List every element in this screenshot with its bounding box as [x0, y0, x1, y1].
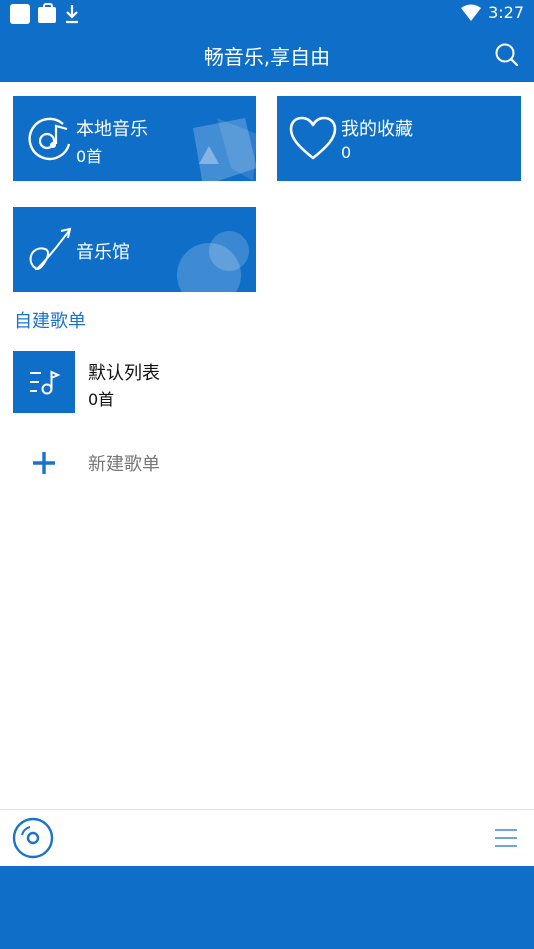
playlist-name: 默认列表	[88, 363, 160, 384]
new-playlist-button[interactable]: 新建歌单	[13, 440, 521, 486]
page-title: 畅音乐,享自由	[203, 45, 331, 69]
favorites-card[interactable]: 我的收藏 0	[277, 96, 521, 181]
arrow-curve-icon	[29, 227, 72, 271]
bottom-navigation-bar	[0, 866, 534, 949]
download-icon	[66, 5, 78, 24]
favorites-count: 0	[341, 143, 352, 162]
disc-icon[interactable]	[12, 817, 54, 859]
heart-icon	[289, 116, 337, 160]
bag-icon	[38, 3, 56, 23]
menu-icon[interactable]	[494, 828, 518, 848]
decor-bubble-shape	[177, 231, 249, 292]
music-hall-label: 音乐馆	[76, 242, 130, 263]
search-icon[interactable]	[494, 42, 520, 68]
playlist-thumbnail	[13, 351, 75, 413]
custom-playlists-title: 自建歌单	[14, 311, 86, 332]
new-playlist-label: 新建歌单	[88, 454, 160, 475]
list-item[interactable]: 默认列表 0首	[13, 351, 521, 413]
local-music-card[interactable]: 本地音乐 0首	[13, 96, 256, 181]
square-icon	[10, 4, 30, 24]
playlist-icon	[30, 370, 61, 395]
status-time: 3:27	[488, 3, 524, 22]
local-music-label: 本地音乐	[76, 119, 148, 140]
plus-icon	[33, 452, 55, 474]
wifi-icon	[461, 4, 482, 21]
status-bar: 3:27	[0, 0, 534, 28]
mini-player	[0, 809, 534, 866]
favorites-label: 我的收藏	[341, 119, 413, 140]
local-music-count: 0首	[76, 147, 103, 166]
music-hall-card[interactable]: 音乐馆	[13, 207, 256, 292]
status-left-icons	[10, 3, 80, 24]
status-right: 3:27	[460, 3, 524, 22]
music-disc-icon	[28, 117, 71, 161]
app-header: 畅音乐,享自由	[0, 28, 534, 82]
playlist-count: 0首	[88, 390, 115, 409]
decor-cube-shape	[193, 118, 256, 181]
app-screen: 3:27 畅音乐,享自由 本地音乐 0首 我的收藏 0 音乐馆 自建歌单 默认列…	[0, 0, 534, 949]
